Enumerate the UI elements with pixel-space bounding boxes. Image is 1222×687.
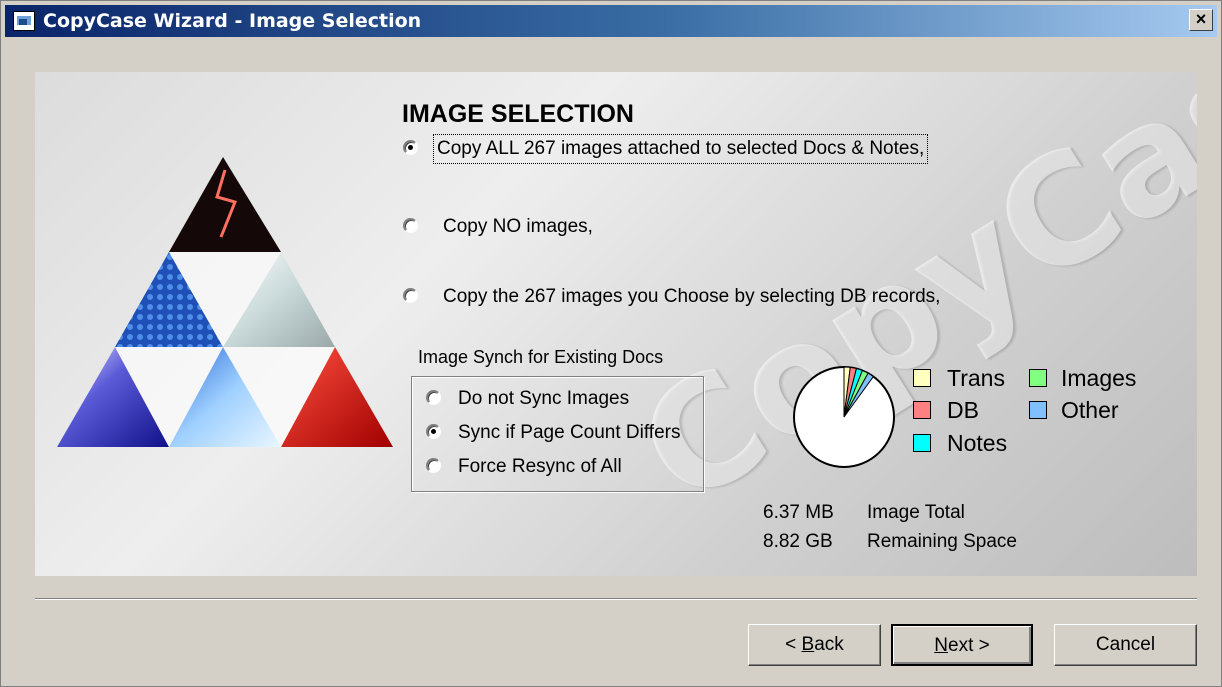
next-button[interactable]: Next > bbox=[891, 624, 1033, 666]
legend-label-trans: Trans bbox=[947, 365, 1005, 391]
next-button-text: ext bbox=[948, 635, 974, 656]
image-total-label: Image Total bbox=[867, 502, 965, 523]
legend-label-images: Images bbox=[1061, 365, 1137, 391]
close-button[interactable]: × bbox=[1189, 9, 1213, 31]
label-copy-all[interactable]: Copy ALL 267 images attached to selected… bbox=[432, 134, 929, 164]
window-title: CopyCase Wizard - Image Selection bbox=[43, 10, 422, 32]
radio-sync-page-count[interactable] bbox=[426, 424, 441, 439]
remaining-space-value: 8.82 GB bbox=[763, 531, 833, 552]
radio-copy-chosen[interactable] bbox=[403, 288, 418, 303]
label-copy-none[interactable]: Copy NO images, bbox=[443, 216, 593, 238]
back-button[interactable]: < Back bbox=[748, 624, 881, 666]
legend-swatch-trans bbox=[913, 369, 931, 387]
image-total-value: 6.37 MB bbox=[763, 502, 834, 523]
back-button-text: ack bbox=[814, 634, 844, 655]
radio-no-sync[interactable] bbox=[426, 390, 441, 405]
title-bar: CopyCase Wizard - Image Selection × bbox=[5, 5, 1217, 37]
legend-label-db: DB bbox=[947, 397, 979, 423]
label-force-resync[interactable]: Force Resync of All bbox=[458, 456, 622, 478]
legend-swatch-db bbox=[913, 401, 931, 419]
legend-swatch-notes bbox=[913, 434, 931, 452]
pyramid-artwork-icon bbox=[57, 157, 393, 447]
label-sync-page-count[interactable]: Sync if Page Count Differs bbox=[458, 422, 680, 444]
radio-copy-all[interactable] bbox=[403, 140, 418, 155]
section-heading: IMAGE SELECTION bbox=[402, 100, 634, 128]
legend-label-other: Other bbox=[1061, 397, 1119, 423]
label-copy-chosen[interactable]: Copy the 267 images you Choose by select… bbox=[443, 286, 940, 308]
content-panel: CopyCase IMAGE SELECTION Copy ALL 267 im… bbox=[35, 72, 1197, 576]
radio-force-resync[interactable] bbox=[426, 458, 441, 473]
button-divider bbox=[35, 598, 1197, 600]
sync-group-label: Image Synch for Existing Docs bbox=[418, 347, 664, 367]
legend-swatch-images bbox=[1029, 369, 1047, 387]
cancel-button[interactable]: Cancel bbox=[1054, 624, 1197, 666]
image-pie-chart bbox=[793, 366, 895, 468]
legend-swatch-other bbox=[1029, 401, 1047, 419]
app-icon bbox=[13, 11, 35, 31]
legend-label-notes: Notes bbox=[947, 430, 1008, 456]
radio-copy-none[interactable] bbox=[403, 218, 418, 233]
remaining-space-label: Remaining Space bbox=[867, 531, 1017, 552]
label-no-sync[interactable]: Do not Sync Images bbox=[458, 388, 629, 410]
